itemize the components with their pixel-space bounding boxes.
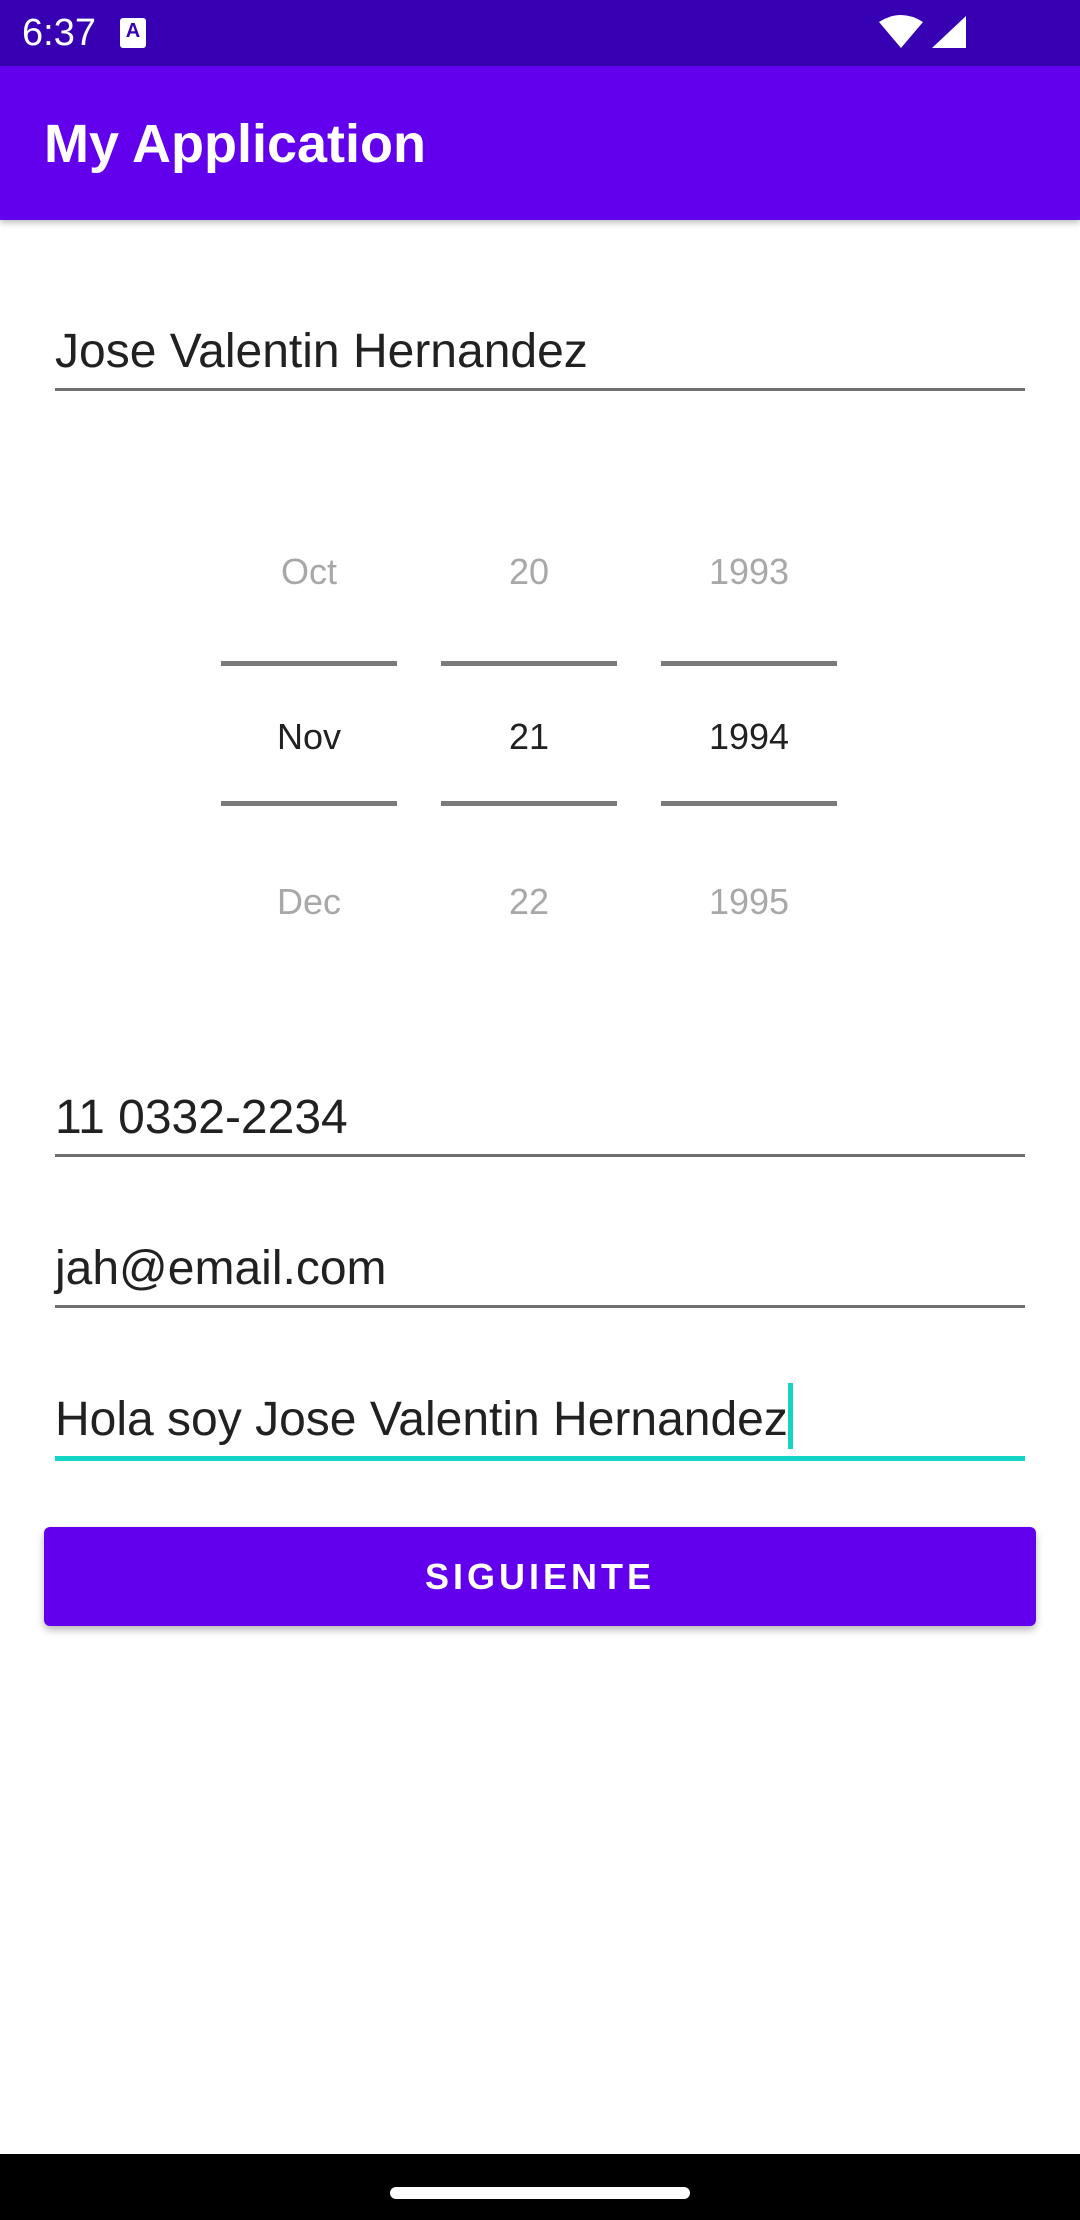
day-spinner[interactable]: 20 21 22 [441, 510, 617, 922]
home-gesture-handle[interactable] [390, 2187, 690, 2199]
status-bar: 6:37 A [0, 0, 1080, 66]
month-prev[interactable]: Oct [221, 552, 397, 592]
day-next[interactable]: 22 [441, 882, 617, 922]
phone-field-value: 11 0332-2234 [55, 1091, 348, 1144]
cell-signal-icon [932, 16, 966, 48]
status-time: 6:37 [22, 12, 96, 54]
year-divider-top [661, 661, 837, 666]
name-field-value: Jose Valentin Hernandez [55, 325, 588, 378]
year-selected[interactable]: 1994 [661, 717, 837, 757]
app-bar: My Application [0, 66, 1080, 220]
month-next[interactable]: Dec [221, 882, 397, 922]
year-divider-bottom [661, 801, 837, 806]
text-input-a-icon: A [120, 18, 146, 48]
app-title: My Application [44, 114, 427, 174]
text-cursor [787, 1383, 793, 1449]
day-divider-top [441, 661, 617, 666]
description-field-value: Hola soy Jose Valentin Hernandez [55, 1383, 793, 1450]
month-divider-bottom [221, 801, 397, 806]
day-prev[interactable]: 20 [441, 552, 617, 592]
navigation-bar [0, 2154, 1080, 2220]
year-spinner[interactable]: 1993 1994 1995 [661, 510, 837, 922]
month-selected[interactable]: Nov [221, 717, 397, 757]
year-next[interactable]: 1995 [661, 882, 837, 922]
year-prev[interactable]: 1993 [661, 552, 837, 592]
day-selected[interactable]: 21 [441, 717, 617, 757]
phone-field[interactable]: 11 0332-2234 [55, 1084, 1025, 1157]
screen: 6:37 A My Application Jose Valentin Hern… [0, 0, 1080, 2220]
day-divider-bottom [441, 801, 617, 806]
description-field[interactable]: Hola soy Jose Valentin Hernandez [55, 1383, 1025, 1461]
month-divider-top [221, 661, 397, 666]
name-field[interactable]: Jose Valentin Hernandez [55, 318, 1025, 391]
month-spinner[interactable]: Oct Nov Dec [221, 510, 397, 922]
email-field[interactable]: jah@email.com [55, 1235, 1025, 1308]
description-text: Hola soy Jose Valentin Hernandez [55, 1393, 788, 1446]
email-field-value: jah@email.com [55, 1242, 387, 1295]
next-button[interactable]: SIGUIENTE [44, 1527, 1036, 1626]
wifi-icon [879, 15, 923, 48]
